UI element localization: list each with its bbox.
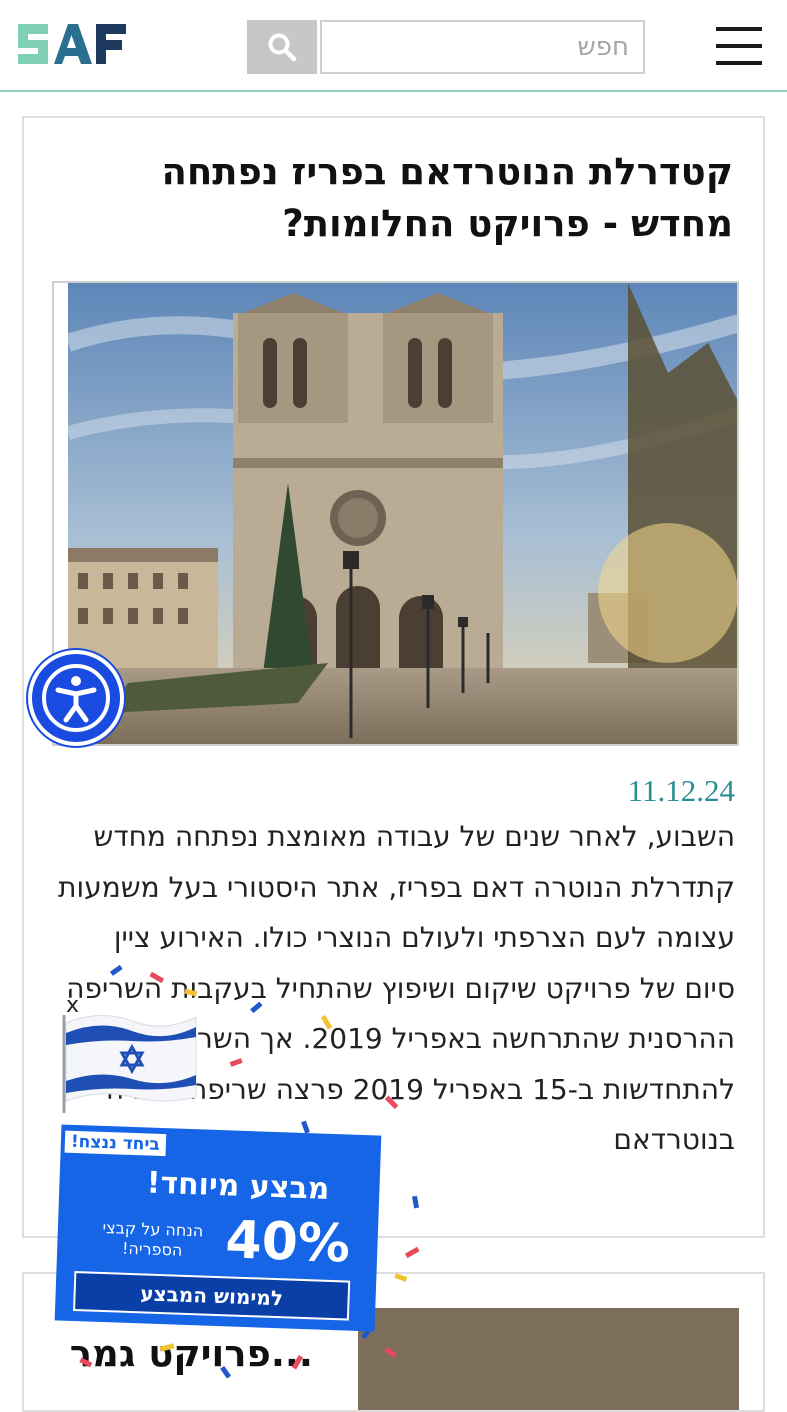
article-title[interactable]: קטדרלת הנוטרדאם בפריז נפתחה מחדש - פרויק… <box>83 146 733 250</box>
search-button[interactable] <box>247 20 317 74</box>
next-article-title[interactable]: ...פרויקט גמר <box>24 1328 313 1380</box>
accessibility-button[interactable] <box>28 650 124 746</box>
promo-discount: 40% <box>224 1210 352 1275</box>
accessibility-icon <box>42 664 110 732</box>
promo-banner[interactable]: ביחד ננצח! מבצע מיוחד! הנחה על קבצי הספר… <box>54 1124 382 1332</box>
hamburger-menu-icon[interactable] <box>716 27 762 65</box>
promo-cta-button[interactable]: למימוש המבצע <box>73 1271 351 1321</box>
promo-tag: ביחד ננצח! <box>64 1130 167 1157</box>
article-date: 11.12.24 <box>627 773 735 808</box>
promo-headline: מבצע מיוחד! <box>146 1165 331 1207</box>
notre-dame-photo <box>68 283 737 744</box>
search-icon <box>268 33 297 62</box>
search-input[interactable] <box>320 20 645 74</box>
israel-flag-icon <box>62 1014 197 1113</box>
site-logo[interactable] <box>16 20 128 68</box>
logo-graphic <box>18 24 126 64</box>
top-header <box>0 0 787 92</box>
article-image[interactable] <box>52 281 739 746</box>
next-article-image[interactable] <box>358 1308 739 1410</box>
promo-subtitle: הנחה על קבצי הספריה! <box>102 1217 204 1260</box>
